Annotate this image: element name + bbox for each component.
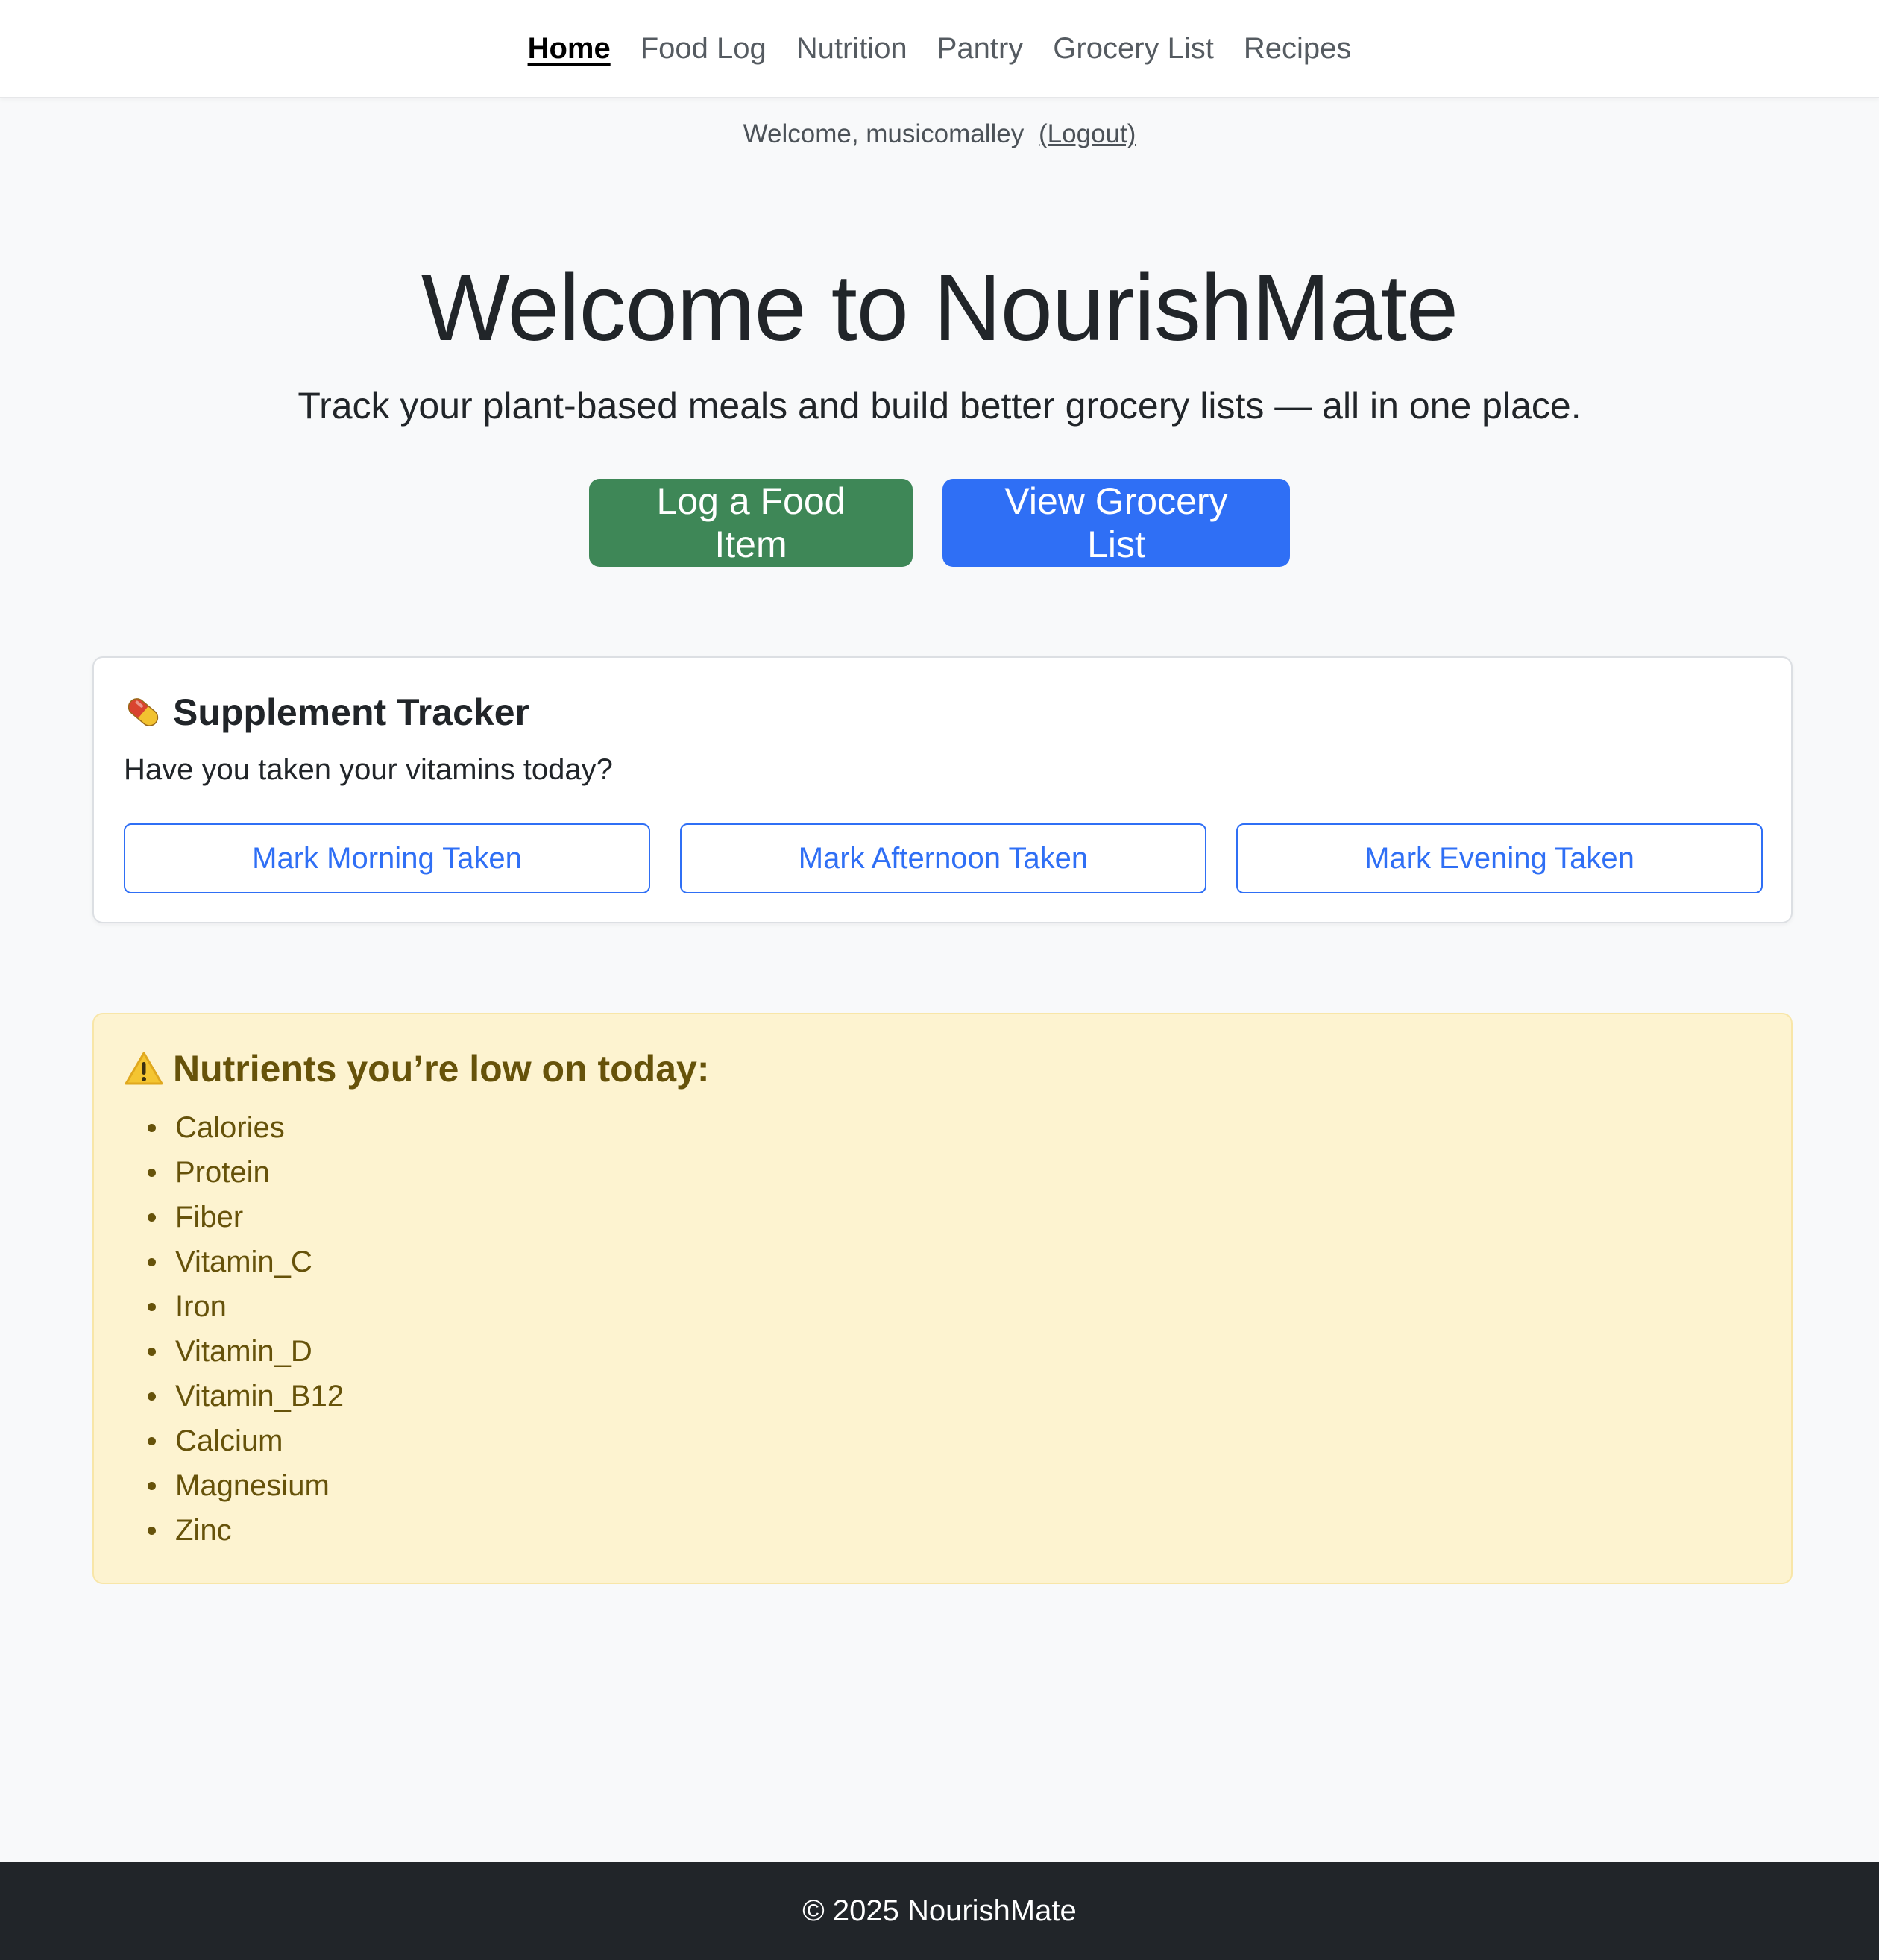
nutrient-label: Iron bbox=[175, 1290, 227, 1323]
list-item: Zinc bbox=[124, 1508, 344, 1553]
low-nutrients-list: Calories Protein Fiber Vitamin_C Iron Vi… bbox=[124, 1105, 344, 1553]
nutrient-label: Fiber bbox=[175, 1201, 244, 1234]
nav-recipes-link[interactable]: Recipes bbox=[1244, 32, 1352, 66]
top-navbar: Home Food Log Nutrition Pantry Grocery L… bbox=[0, 0, 1879, 98]
log-food-item-button[interactable]: Log a Food Item bbox=[589, 479, 913, 567]
nutrient-label: Protein bbox=[175, 1156, 270, 1189]
nutrient-label: Magnesium bbox=[175, 1469, 330, 1502]
hero-actions: Log a Food Item View Grocery List bbox=[0, 479, 1879, 567]
user-welcome-bar: Welcome, musicomalley (Logout) bbox=[0, 119, 1879, 149]
logout-link[interactable]: (Logout) bbox=[1039, 119, 1136, 148]
nav-home-link[interactable]: Home bbox=[528, 32, 611, 66]
mark-afternoon-taken-button[interactable]: Mark Afternoon Taken bbox=[680, 823, 1206, 893]
list-item: Magnesium bbox=[124, 1463, 344, 1508]
nutrient-label: Vitamin_C bbox=[175, 1246, 312, 1278]
nutrient-label: Vitamin_B12 bbox=[175, 1380, 344, 1413]
low-nutrients-heading: Nutrients you’re low on today: bbox=[124, 1047, 709, 1090]
bullet-icon bbox=[148, 1257, 156, 1266]
supplement-buttons: Mark Morning Taken Mark Afternoon Taken … bbox=[124, 823, 1763, 893]
list-item: Iron bbox=[124, 1284, 344, 1329]
warning-icon bbox=[124, 1051, 164, 1087]
bullet-icon bbox=[148, 1123, 156, 1132]
page-title: Welcome to NourishMate bbox=[421, 255, 1458, 360]
supplement-tracker-card: Supplement Tracker Have you taken your v… bbox=[92, 656, 1793, 923]
footer-copyright: © 2025 NourishMate bbox=[802, 1894, 1077, 1927]
list-item: Calories bbox=[124, 1105, 344, 1150]
nutrient-label: Calories bbox=[175, 1111, 285, 1144]
welcome-text: Welcome, musicomalley bbox=[743, 119, 1025, 148]
nutrient-label: Zinc bbox=[175, 1514, 232, 1547]
nav-grocery-list-link[interactable]: Grocery List bbox=[1053, 32, 1214, 66]
nutrient-label: Vitamin_D bbox=[175, 1335, 312, 1368]
list-item: Vitamin_D bbox=[124, 1329, 344, 1374]
bullet-icon bbox=[148, 1168, 156, 1177]
bullet-icon bbox=[148, 1392, 156, 1401]
page-subtitle: Track your plant-based meals and build b… bbox=[298, 385, 1581, 427]
page-footer: © 2025 NourishMate bbox=[0, 1862, 1879, 1960]
bullet-icon bbox=[148, 1302, 156, 1311]
bullet-icon bbox=[148, 1347, 156, 1356]
low-nutrients-alert: Nutrients you’re low on today: Calories … bbox=[92, 1013, 1793, 1584]
nav-pantry-link[interactable]: Pantry bbox=[937, 32, 1024, 66]
nav-food-log-link[interactable]: Food Log bbox=[641, 32, 767, 66]
nav-nutrition-link[interactable]: Nutrition bbox=[796, 32, 907, 66]
bullet-icon bbox=[148, 1526, 156, 1535]
list-item: Protein bbox=[124, 1150, 344, 1195]
list-item: Vitamin_C bbox=[124, 1240, 344, 1284]
view-grocery-list-button[interactable]: View Grocery List bbox=[942, 479, 1290, 567]
supplement-tracker-heading: Supplement Tracker bbox=[124, 691, 529, 734]
list-item: Calcium bbox=[124, 1419, 344, 1463]
supplement-tracker-title: Supplement Tracker bbox=[173, 691, 529, 733]
bullet-icon bbox=[148, 1481, 156, 1490]
list-item: Vitamin_B12 bbox=[124, 1374, 344, 1419]
pill-icon bbox=[124, 693, 163, 732]
nutrient-label: Calcium bbox=[175, 1425, 283, 1457]
list-item: Fiber bbox=[124, 1195, 344, 1240]
bullet-icon bbox=[148, 1213, 156, 1222]
mark-morning-taken-button[interactable]: Mark Morning Taken bbox=[124, 823, 650, 893]
bullet-icon bbox=[148, 1436, 156, 1445]
supplement-question: Have you taken your vitamins today? bbox=[124, 753, 613, 786]
mark-evening-taken-button[interactable]: Mark Evening Taken bbox=[1236, 823, 1763, 893]
low-nutrients-title: Nutrients you’re low on today: bbox=[173, 1048, 710, 1090]
